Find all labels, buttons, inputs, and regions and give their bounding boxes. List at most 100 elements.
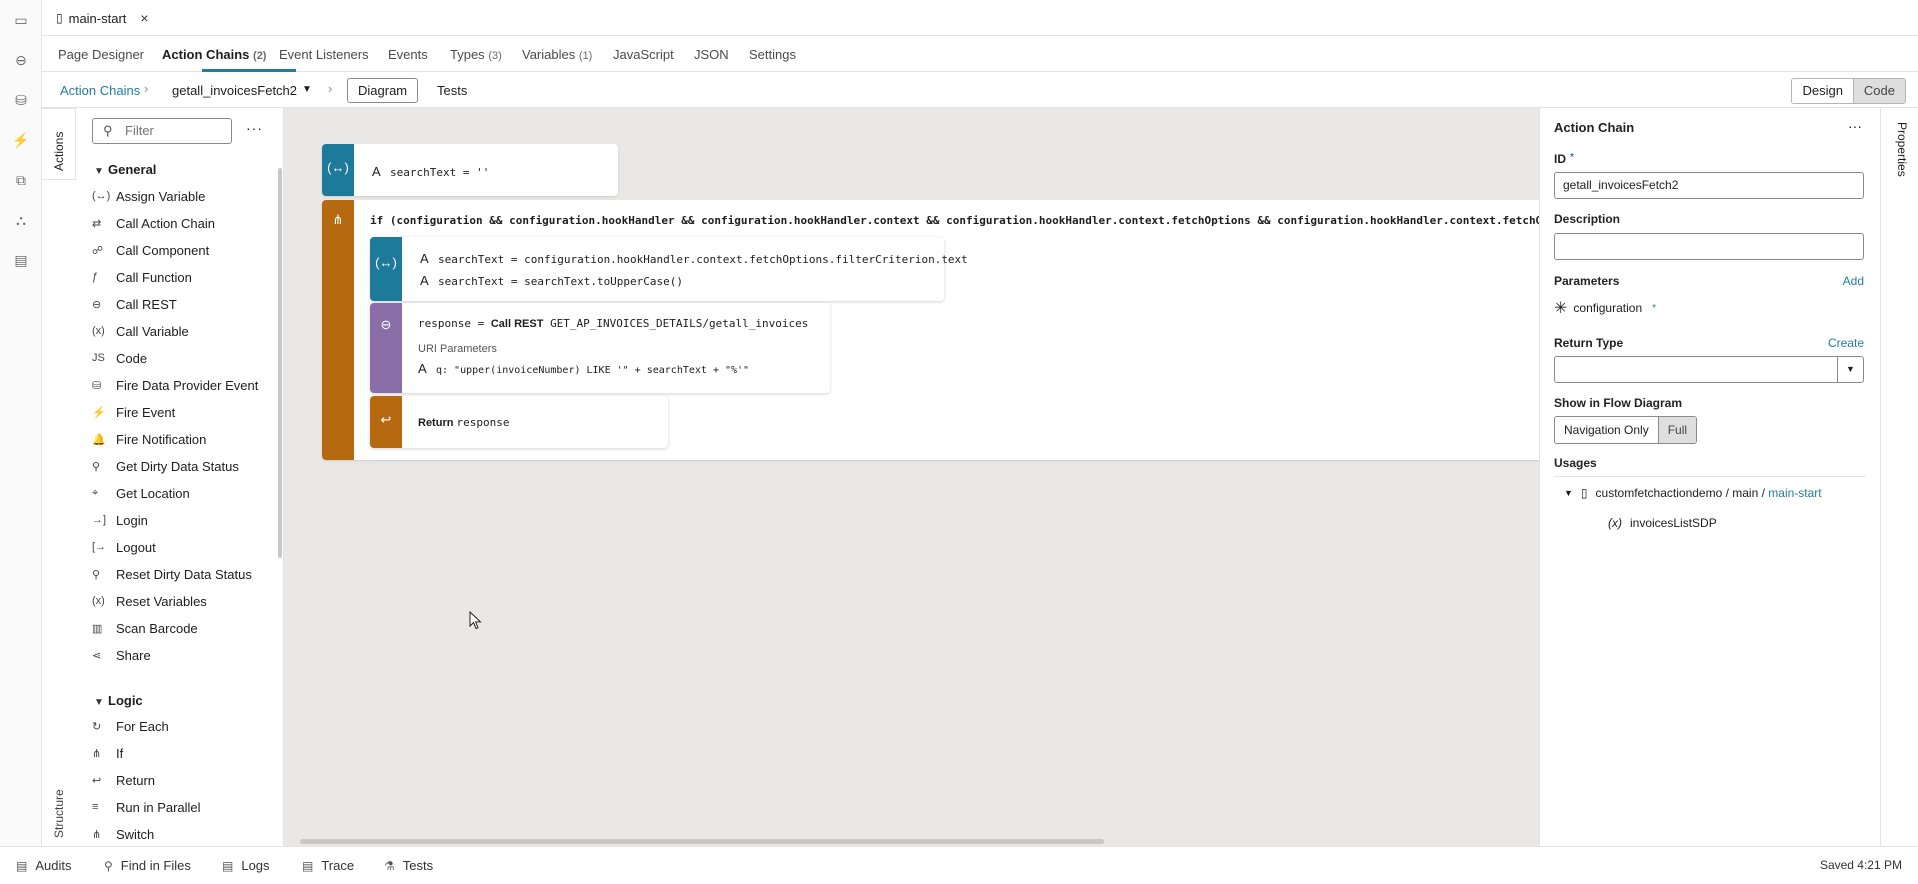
more-options-icon[interactable]: ··· <box>1848 118 1862 134</box>
palette-item-if[interactable]: ⋔ If <box>92 743 123 763</box>
usage-child-row[interactable]: (x) invoicesListSDP <box>1608 516 1717 530</box>
assign-variable-node[interactable]: (↔) AsearchText = '' <box>322 144 618 196</box>
call-rest-stripe: ⊖ <box>370 303 402 393</box>
group-logic[interactable]: ▼ Logic <box>94 693 143 708</box>
palette-item-assign-variable[interactable]: (↔) Assign Variable <box>92 186 205 206</box>
tab-event-listeners[interactable]: Event Listeners <box>279 47 369 62</box>
palette-item-return[interactable]: ↩ Return <box>92 770 155 790</box>
return-node[interactable]: ↩ Return response <box>370 396 668 448</box>
find-in-files-button[interactable]: ⚲ Find in Files <box>104 858 191 873</box>
text-type-icon: A <box>372 164 381 179</box>
chevron-down-icon[interactable]: ▼ <box>1564 488 1573 498</box>
chevron-down-icon[interactable]: ▼ <box>1837 357 1863 382</box>
palette-item-logout[interactable]: [→ Logout <box>92 537 156 557</box>
palette-item-reset-variables[interactable]: (x) Reset Variables <box>92 591 207 611</box>
palette-scrollbar[interactable] <box>278 168 282 558</box>
assign-variables-node[interactable]: (↔) AsearchText = configuration.hookHand… <box>370 237 968 301</box>
call-rest-node[interactable]: ⊖ response = Call REST GET_AP_INVOICES_D… <box>370 303 830 393</box>
audits-button[interactable]: ▤ Audits <box>16 858 71 873</box>
palette-item-fire-notification[interactable]: 🔔 Fire Notification <box>92 429 206 449</box>
design-code-toggle: Design Code <box>1791 78 1906 104</box>
palette-item-call-action-chain[interactable]: ⇄ Call Action Chain <box>92 213 215 233</box>
diagram-tab[interactable]: Diagram <box>347 78 419 103</box>
add-parameter-link[interactable]: Add <box>1843 274 1864 288</box>
call-component-icon: ☍ <box>92 244 104 257</box>
parameter-configuration[interactable]: ✳ configuration * <box>1554 298 1656 318</box>
hierarchy-icon[interactable]: ⛬ <box>11 210 31 230</box>
palette-item-for-each[interactable]: ↻ For Each <box>92 716 169 736</box>
more-options-icon[interactable]: ··· <box>246 120 263 136</box>
palette-item-scan-barcode[interactable]: ▥ Scan Barcode <box>92 618 198 638</box>
tab-types[interactable]: Types (3) <box>450 47 502 62</box>
tab-page-designer[interactable]: Page Designer <box>58 47 144 62</box>
text-type-icon: A <box>418 361 427 376</box>
palette-item-call-variable[interactable]: (x) Call Variable <box>92 321 189 341</box>
palette-item-share[interactable]: ⋖ Share <box>92 645 151 665</box>
tab-label: Page Designer <box>58 47 144 62</box>
usage-path: customfetchactiondemo / main / main-star… <box>1596 486 1822 500</box>
tab-events[interactable]: Events <box>388 47 428 62</box>
editor-tabs: Page Designer Action Chains (2) Event Li… <box>42 36 1918 72</box>
create-type-link[interactable]: Create <box>1828 336 1864 350</box>
filter-field[interactable]: ⚲ <box>92 118 232 144</box>
flow-diagram-label: Show in Flow Diagram <box>1554 396 1683 410</box>
breadcrumb-current-chain[interactable]: getall_invoicesFetch2 <box>172 83 297 98</box>
tab-javascript[interactable]: JavaScript <box>613 47 674 62</box>
usage-tree-row[interactable]: ▼ ▯ customfetchactiondemo / main / main-… <box>1564 486 1822 500</box>
monitor-icon[interactable]: ▭ <box>11 10 31 30</box>
palette-item-switch[interactable]: ⋔ Switch <box>92 824 154 844</box>
status-item-label: Audits <box>35 858 72 873</box>
tab-count: (2) <box>253 50 267 62</box>
service-icon[interactable]: ⊖ <box>11 50 31 70</box>
palette-item-call-rest[interactable]: ⊖ Call REST <box>92 294 177 314</box>
palette-item-get-dirty-data-status[interactable]: ⚲ Get Dirty Data Status <box>92 456 239 476</box>
close-icon[interactable]: × <box>140 10 148 26</box>
structure-side-tab-label: Structure <box>52 789 66 838</box>
palette-item-get-location[interactable]: ⌖ Get Location <box>92 483 190 503</box>
file-tab-main-start[interactable]: ▯ main-start × <box>56 8 149 28</box>
palette-item-call-component[interactable]: ☍ Call Component <box>92 240 209 260</box>
document-icon[interactable]: ▤ <box>11 250 31 270</box>
breadcrumb-action-chains[interactable]: Action Chains <box>60 83 140 98</box>
palette-item-reset-dirty-data-status[interactable]: ⚲ Reset Dirty Data Status <box>92 564 252 584</box>
tab-action-chains[interactable]: Action Chains (2) <box>162 47 266 62</box>
component-icon[interactable]: ⧉ <box>11 170 31 190</box>
tab-settings[interactable]: Settings <box>749 47 796 62</box>
database-icon[interactable]: ⛁ <box>11 90 31 110</box>
palette-item-call-function[interactable]: ƒ Call Function <box>92 267 192 287</box>
palette-item-fire-data-provider-event[interactable]: ⛁ Fire Data Provider Event <box>92 375 258 395</box>
canvas-horizontal-scrollbar[interactable] <box>300 839 1104 844</box>
filter-input[interactable] <box>125 123 225 138</box>
id-field[interactable]: getall_invoicesFetch2 <box>1554 172 1864 199</box>
tab-json[interactable]: JSON <box>694 47 729 62</box>
properties-side-tab[interactable]: Properties <box>1880 108 1918 184</box>
tests-button[interactable]: ⚗ Tests <box>384 858 433 873</box>
structure-side-tab[interactable]: Structure <box>42 770 76 846</box>
palette-item-label: Fire Event <box>116 404 176 420</box>
code-button[interactable]: Code <box>1852 79 1905 103</box>
design-button[interactable]: Design <box>1792 79 1853 103</box>
tab-variables[interactable]: Variables (1) <box>522 47 592 62</box>
full-button[interactable]: Full <box>1657 417 1697 443</box>
return-type-select[interactable]: ▼ <box>1554 356 1864 383</box>
assign-line-2: AsearchText = searchText.toUpperCase() <box>420 273 683 288</box>
if-node[interactable]: ⋔ if (configuration && configuration.hoo… <box>322 200 1539 460</box>
caret-down-icon[interactable]: ▼ <box>302 84 312 95</box>
lightning-icon[interactable]: ⚡ <box>11 130 31 150</box>
palette-item-fire-event[interactable]: ⚡ Fire Event <box>92 402 175 422</box>
tab-label: Action Chains <box>162 47 250 62</box>
palette-item-code[interactable]: JS Code <box>92 348 147 368</box>
diagram-canvas[interactable]: (↔) AsearchText = '' ⋔ if (configuration… <box>284 108 1539 846</box>
tests-tab[interactable]: Tests <box>437 83 467 98</box>
trace-button[interactable]: ▤ Trace <box>302 858 354 873</box>
actions-side-tab[interactable]: Actions <box>42 108 76 180</box>
palette-item-login[interactable]: →] Login <box>92 510 148 530</box>
logs-button[interactable]: ▤ Logs <box>222 858 270 873</box>
navigation-only-button[interactable]: Navigation Only <box>1555 417 1658 443</box>
tab-label: Types <box>450 47 485 62</box>
group-general[interactable]: ▼ General <box>94 162 156 177</box>
call-rest-line: response = Call REST GET_AP_INVOICES_DET… <box>418 317 808 330</box>
description-field[interactable] <box>1554 233 1864 260</box>
usage-path-link[interactable]: main-start <box>1768 486 1821 500</box>
palette-item-run-in-parallel[interactable]: ≡ Run in Parallel <box>92 797 201 817</box>
